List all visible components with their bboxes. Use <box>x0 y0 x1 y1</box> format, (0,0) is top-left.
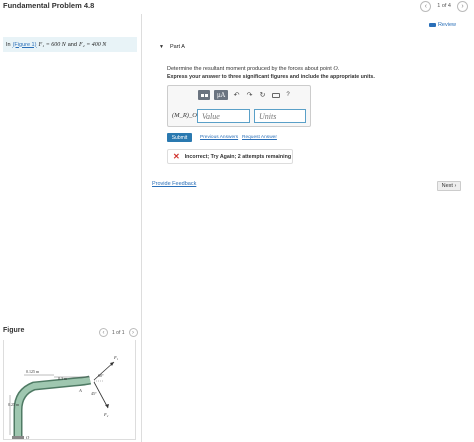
chevron-right-icon[interactable]: › <box>128 328 138 337</box>
figure-pager-text: 1 of 1 <box>112 329 125 336</box>
angle-label-1: 60° <box>98 373 104 378</box>
figure-frame: 0.125 m 0.3 m 0.25 m 60° 45° F₁ F₂ A O <box>3 340 136 440</box>
label-a: A <box>78 388 82 393</box>
label-f2: F₂ <box>103 412 109 417</box>
next-button[interactable]: Next › <box>437 181 461 191</box>
top-bar: Fundamental Problem 4.8 ‹ 1 of 4 › <box>0 0 474 14</box>
figure-pager: ‹ 1 of 1 › <box>99 328 138 337</box>
intro-prefix: In <box>6 41 11 48</box>
label-o: O <box>26 435 30 440</box>
column-divider <box>141 14 142 442</box>
part-a-header[interactable]: ▼ Part A <box>159 44 185 50</box>
angle-label-2: 45° <box>91 391 97 396</box>
provide-feedback-link[interactable]: Provide Feedback <box>152 181 196 187</box>
label-f1: F₁ <box>113 355 119 360</box>
answer-box: μA ↶ ↷ ↻ ? (M_R)_O = <box>167 85 311 127</box>
feedback-status: Incorrect; Try Again; 2 attempts remaini… <box>184 153 292 160</box>
chevron-left-icon[interactable]: ‹ <box>420 0 432 12</box>
figure-link[interactable]: (Figure 1) <box>13 42 37 48</box>
chevron-left-icon[interactable]: ‹ <box>99 328 108 337</box>
help-icon[interactable]: ? <box>284 90 292 100</box>
previous-answers-link[interactable]: Previous Answers <box>200 135 238 140</box>
request-answer-link[interactable]: Request Answer <box>242 135 277 140</box>
support-base <box>12 436 24 439</box>
redo-icon[interactable]: ↷ <box>245 90 254 100</box>
caret-down-icon: ▼ <box>159 44 164 50</box>
symbols-button[interactable]: μA <box>214 90 228 100</box>
intro-and: and <box>67 41 77 48</box>
part-label: Part A <box>169 44 185 50</box>
problem-pager: ‹ 1 of 4 › <box>420 0 468 12</box>
problem-intro: In (Figure 1) F₁ = 600 N and F₂ = 400 N <box>3 37 137 52</box>
page-title: Fundamental Problem 4.8 <box>3 1 95 10</box>
force-f1-arrow <box>93 361 115 381</box>
submit-button[interactable]: Submit <box>167 133 192 142</box>
force-f2-arrowhead <box>105 404 109 408</box>
question-body: Determine the resultant moment produced … <box>167 66 332 72</box>
review-label: Review <box>437 22 456 28</box>
dim-label-left: 0.25 m <box>8 402 20 407</box>
reset-icon[interactable]: ↻ <box>258 90 267 100</box>
dim-label-top: 0.125 m <box>26 369 40 374</box>
pager-text: 1 of 4 <box>437 3 451 9</box>
instructions: Express your answer to three significant… <box>167 74 375 80</box>
keyboard-icon[interactable] <box>271 90 280 100</box>
undo-icon[interactable]: ↶ <box>232 90 241 100</box>
chevron-right-icon[interactable]: › <box>457 0 468 12</box>
question-text: Determine the resultant moment produced … <box>167 66 339 72</box>
force-f2: F₂ = 400 N <box>78 41 107 48</box>
review-link[interactable]: Review <box>428 22 456 28</box>
review-icon <box>428 23 436 27</box>
figure-diagram: 0.125 m 0.3 m 0.25 m 60° 45° F₁ F₂ A O <box>8 355 119 440</box>
math-toolbar: μA ↶ ↷ ↻ ? <box>198 90 292 100</box>
question-point: O. <box>333 66 340 72</box>
value-input[interactable] <box>197 109 250 123</box>
force-f1: F₁ = 600 N <box>38 41 66 48</box>
close-icon: ✕ <box>173 151 180 161</box>
dim-label-mid: 0.3 m <box>58 376 68 381</box>
units-input[interactable] <box>254 109 306 123</box>
feedback-banner: ✕ Incorrect; Try Again; 2 attempts remai… <box>167 149 293 164</box>
figure-title: Figure <box>3 327 25 334</box>
templates-button[interactable] <box>198 90 210 100</box>
